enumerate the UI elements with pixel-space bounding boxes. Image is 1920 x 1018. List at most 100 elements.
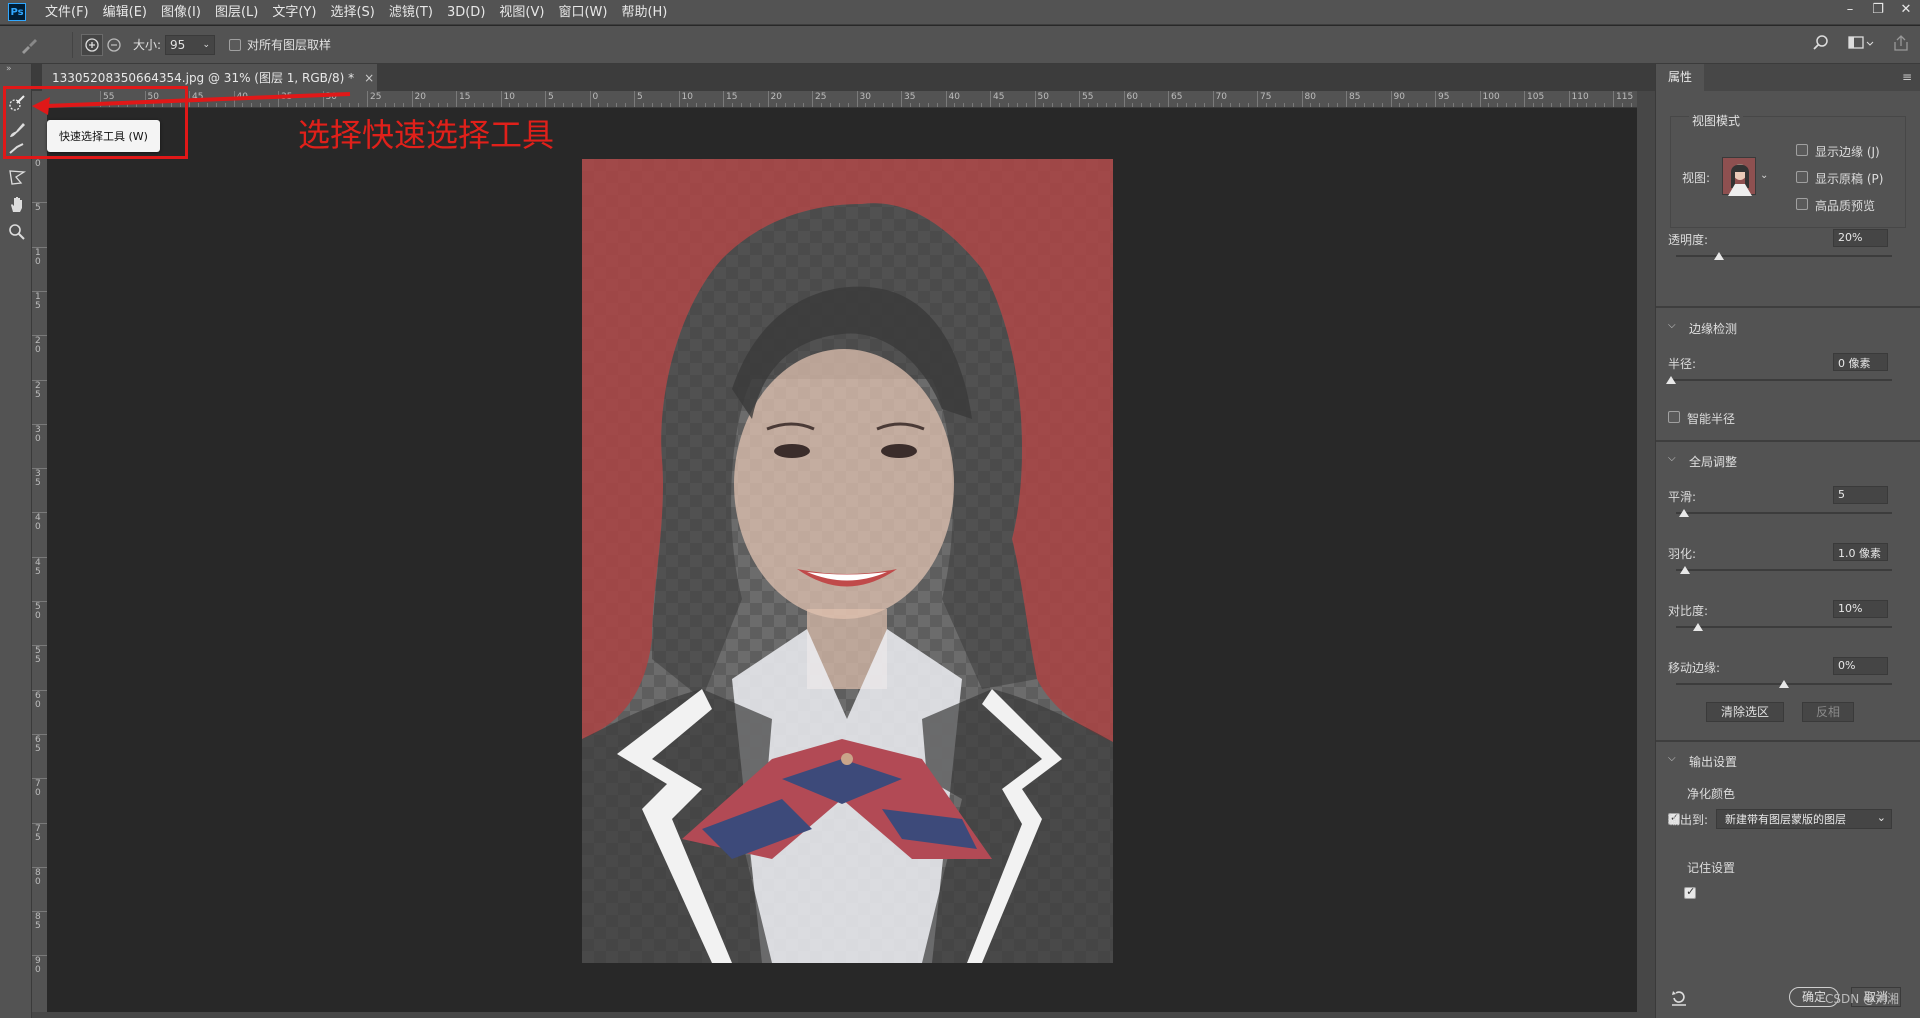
ruler-tick <box>1390 91 1392 107</box>
clear-selection-button[interactable]: 清除选区 <box>1706 702 1784 722</box>
radius-slider-thumb[interactable] <box>1666 376 1676 384</box>
smooth-input[interactable]: 5 <box>1833 486 1888 504</box>
contrast-slider[interactable] <box>1676 626 1892 628</box>
chevron-down-icon[interactable]: ⌵ <box>1668 320 1676 331</box>
ruler-label: 6 0 <box>35 690 41 710</box>
ruler-label: 20 <box>414 92 426 102</box>
minimize-icon[interactable]: – <box>1836 0 1864 22</box>
status-bar <box>32 1012 1655 1018</box>
feather-slider-thumb[interactable] <box>1680 566 1690 574</box>
properties-panel: 属性 ≡ 视图模式 视图: ⌄ 显示边缘 (J) 显示原稿 (P) 高品质预览 … <box>1655 64 1920 1018</box>
menu-window[interactable]: 窗口(W) <box>551 0 614 25</box>
document-image[interactable] <box>582 159 1113 963</box>
chevron-down-icon[interactable]: ⌄ <box>1877 811 1886 824</box>
vertical-scrollbar[interactable] <box>1637 91 1655 1018</box>
menu-bar: Ps 文件(F) 编辑(E) 图像(I) 图层(L) 文字(Y) 选择(S) 滤… <box>0 0 1920 25</box>
output-to-select[interactable]: 新建带有图层蒙版的图层 ⌄ <box>1716 809 1892 829</box>
ruler-tick <box>1079 91 1080 107</box>
ruler-label: 7 0 <box>35 779 41 799</box>
hand-tool-icon[interactable] <box>6 193 28 215</box>
ruler-tick <box>1613 91 1614 107</box>
invert-button[interactable]: 反相 <box>1802 702 1854 722</box>
sample-all-layers-checkbox[interactable] <box>229 38 242 51</box>
menu-3d[interactable]: 3D(D) <box>440 0 492 25</box>
remember-settings-checkbox[interactable] <box>1684 885 1697 899</box>
ruler-label: 5 <box>35 203 41 214</box>
ruler-label: 3 5 <box>35 469 41 489</box>
show-edge-label: 显示边缘 (J) <box>1815 145 1880 159</box>
shift-edge-slider-thumb[interactable] <box>1779 680 1789 688</box>
menu-select[interactable]: 选择(S) <box>323 0 381 25</box>
smooth-slider-thumb[interactable] <box>1679 509 1689 517</box>
show-original-checkbox[interactable] <box>1796 171 1808 183</box>
tool-preset-brush-icon[interactable] <box>18 34 40 56</box>
chevron-down-icon[interactable]: ⌄ <box>1760 170 1768 181</box>
restore-icon[interactable]: ❐ <box>1864 0 1892 22</box>
window-controls: – ❐ ✕ <box>1836 0 1920 22</box>
ruler-tick <box>1479 91 1481 107</box>
chevron-down-icon[interactable]: ⌄ <box>203 40 211 50</box>
contrast-slider-thumb[interactable] <box>1693 623 1703 631</box>
transparency-input[interactable]: 20% <box>1833 229 1888 247</box>
ruler-label: 5 <box>637 92 643 102</box>
ruler-tick <box>1346 91 1347 107</box>
subtract-from-selection-icon[interactable] <box>103 34 125 56</box>
radius-input[interactable]: 0 像素 <box>1833 353 1888 371</box>
remember-settings-label: 记住设置 <box>1687 861 1736 875</box>
watermark: CSDN @刘湘 <box>1825 992 1900 1006</box>
transparency-slider[interactable] <box>1676 255 1892 257</box>
smart-radius-checkbox[interactable] <box>1668 411 1680 423</box>
shift-edge-input[interactable]: 0% <box>1833 657 1888 675</box>
transparency-slider-thumb[interactable] <box>1714 252 1724 260</box>
lasso-tool-icon[interactable] <box>6 166 28 188</box>
show-original-label: 显示原稿 (P) <box>1815 172 1884 186</box>
menu-file[interactable]: 文件(F) <box>38 0 96 25</box>
properties-header: 属性 ≡ <box>1656 64 1920 91</box>
ruler-vertical: 0 5 1 0 1 5 2 0 2 5 3 0 3 5 4 0 4 5 5 0 5 5 6 0 6 5 7 … <box>32 108 47 1018</box>
menu-view[interactable]: 视图(V) <box>492 0 551 25</box>
ruler-label: 1 0 <box>35 247 41 267</box>
menu-type[interactable]: 文字(Y) <box>265 0 323 25</box>
ruler-tick <box>1257 91 1258 107</box>
ruler-tick <box>1168 91 1169 107</box>
share-icon[interactable] <box>1892 34 1910 56</box>
search-icon[interactable] <box>1812 34 1830 56</box>
ruler-tick <box>456 91 457 107</box>
chevron-down-icon[interactable]: ⌵ <box>1668 453 1676 464</box>
close-window-icon[interactable]: ✕ <box>1892 0 1920 22</box>
show-edge-checkbox[interactable] <box>1796 144 1808 156</box>
contrast-input[interactable]: 10% <box>1833 600 1888 618</box>
size-input[interactable]: 95 ⌄ <box>165 34 216 55</box>
workspace-icon[interactable] <box>1848 34 1874 56</box>
reset-icon[interactable] <box>1670 989 1688 1011</box>
radius-slider[interactable] <box>1670 379 1892 381</box>
expand-panel-icon[interactable]: » <box>6 64 12 74</box>
panel-menu-icon[interactable]: ≡ <box>1902 70 1912 84</box>
zoom-tool-icon[interactable] <box>6 221 28 243</box>
feather-slider[interactable] <box>1676 569 1892 571</box>
edge-detection-title: 边缘检测 <box>1689 322 1738 336</box>
ruler-label: 90 <box>1393 92 1405 102</box>
close-tab-icon[interactable]: × <box>364 71 374 85</box>
ruler-label: 30 <box>859 92 871 102</box>
hq-preview-checkbox[interactable] <box>1796 198 1808 210</box>
annotation-caption: 选择快速选择工具 <box>298 116 555 154</box>
hq-preview-label: 高品质预览 <box>1815 199 1876 213</box>
menu-edit[interactable]: 编辑(E) <box>96 0 154 25</box>
ruler-tick <box>723 91 724 107</box>
global-adjust-title: 全局调整 <box>1689 455 1738 469</box>
chevron-down-icon[interactable]: ⌵ <box>1668 753 1676 764</box>
feather-input[interactable]: 1.0 像素 <box>1833 543 1888 561</box>
add-to-selection-icon[interactable] <box>81 33 103 56</box>
tab-properties[interactable]: 属性 <box>1656 64 1705 91</box>
menu-help[interactable]: 帮助(H) <box>614 0 674 25</box>
smooth-slider[interactable] <box>1676 512 1892 514</box>
menu-image[interactable]: 图像(I) <box>154 0 208 25</box>
ruler-tick <box>634 91 635 107</box>
menu-layer[interactable]: 图层(L) <box>208 0 265 25</box>
ruler-label: 2 5 <box>35 380 41 400</box>
menu-filter[interactable]: 滤镜(T) <box>382 0 440 25</box>
view-thumbnail[interactable] <box>1722 157 1756 196</box>
ruler-label: 15 <box>459 92 471 102</box>
ruler-label: 60 <box>1126 92 1138 102</box>
